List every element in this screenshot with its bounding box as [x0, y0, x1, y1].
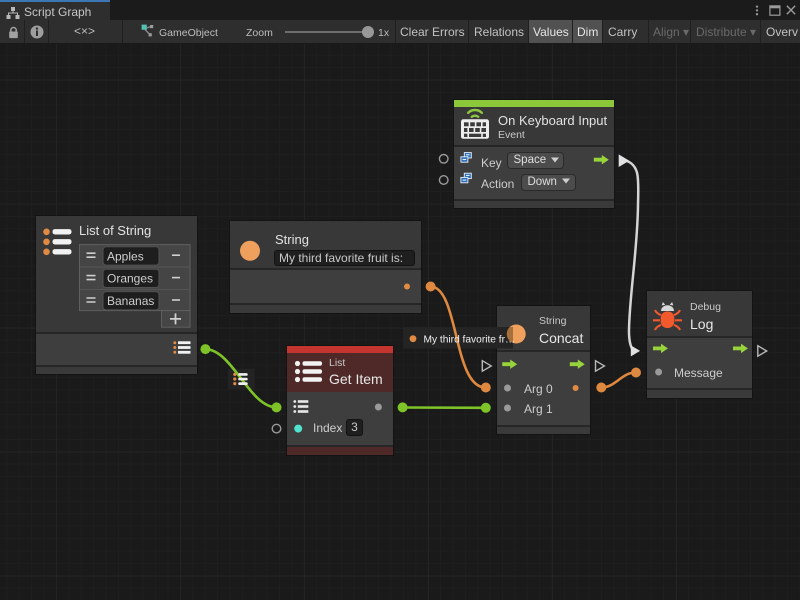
svg-text:My third favorite fr…: My third favorite fr…: [424, 335, 516, 346]
svg-text:Bananas: Bananas: [107, 294, 154, 308]
svg-text:Oranges: Oranges: [107, 272, 153, 286]
svg-text:Apples: Apples: [107, 249, 144, 263]
